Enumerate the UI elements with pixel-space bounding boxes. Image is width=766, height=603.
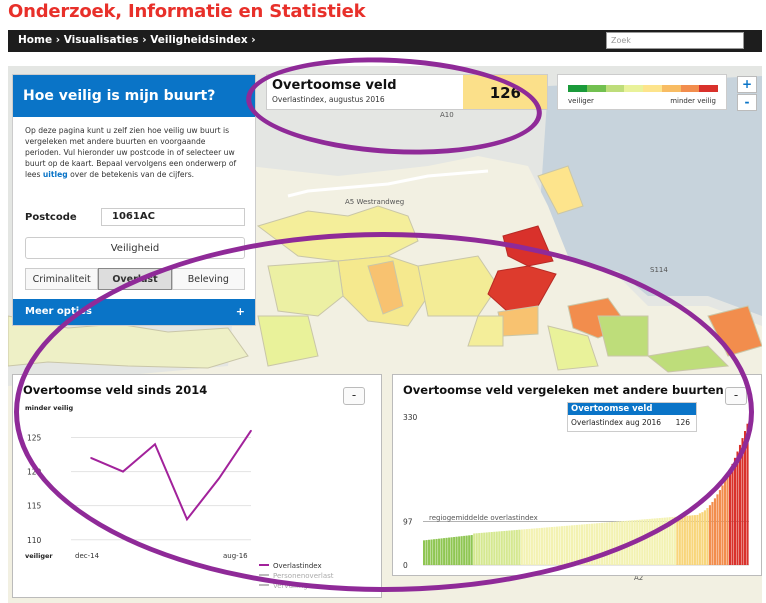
legend-color-bar — [568, 85, 718, 92]
bar — [718, 490, 722, 565]
legend-swatch — [661, 85, 681, 92]
bar — [703, 510, 706, 565]
bar — [721, 485, 724, 565]
bar — [676, 516, 679, 565]
legend-less-safe-label: minder veilig — [670, 97, 716, 105]
map-label: S114 — [650, 266, 668, 274]
map-label: A5 Westrandweg — [345, 198, 404, 206]
bar — [726, 475, 729, 565]
bar — [738, 444, 742, 565]
legend-swatch — [699, 85, 718, 92]
breadcrumb[interactable]: Home › Visualisaties › Veiligheidsindex … — [18, 34, 256, 46]
legend-safer-label: veiliger — [568, 97, 594, 105]
y-axis-bottom-label: veiliger — [25, 552, 53, 560]
bar — [681, 516, 684, 565]
x-tick-label: dec-14 — [75, 552, 100, 560]
bar — [706, 508, 709, 565]
y-tick-label: 115 — [27, 502, 42, 511]
zoom-in-button[interactable]: + — [737, 76, 757, 93]
legend-swatch — [568, 85, 587, 92]
legend-swatch — [680, 85, 700, 92]
bar — [708, 505, 711, 565]
postcode-label: Postcode — [25, 212, 77, 223]
highlight-ellipse — [14, 232, 754, 592]
bar — [701, 512, 704, 565]
color-legend: veiliger minder veilig — [557, 74, 727, 110]
postcode-input[interactable]: 1061AC — [101, 208, 245, 226]
zoom-out-button[interactable]: - — [737, 94, 757, 111]
search-input[interactable]: Zoek — [606, 32, 744, 49]
navbar: Home › Visualisaties › Veiligheidsindex … — [8, 30, 762, 52]
bar — [723, 480, 727, 565]
uitleg-link[interactable]: uitleg — [43, 170, 68, 179]
y-tick-label: 110 — [27, 536, 42, 545]
bar — [688, 515, 691, 565]
bar — [673, 516, 676, 565]
bar — [736, 451, 739, 565]
bar — [711, 501, 714, 565]
bar — [733, 457, 737, 565]
bar — [728, 469, 732, 565]
panel-intro: Op deze pagina kunt u zelf zien hoe veil… — [13, 117, 255, 180]
site-title: Onderzoek, Informatie en Statistiek — [8, 1, 366, 22]
bar — [731, 463, 734, 565]
bar — [716, 494, 719, 565]
legend-swatch — [624, 85, 643, 92]
bar — [691, 515, 694, 565]
bar — [696, 514, 699, 565]
tab-criminaliteit[interactable]: Criminaliteit — [25, 268, 99, 290]
panel-title: Hoe veilig is mijn buurt? — [13, 75, 255, 117]
bar — [678, 516, 681, 565]
bar — [698, 513, 701, 565]
bar — [713, 498, 716, 565]
legend-swatch — [643, 85, 662, 92]
bar — [686, 515, 689, 565]
legend-swatch — [605, 85, 625, 92]
bar — [683, 515, 686, 565]
legend-swatch — [586, 85, 606, 92]
intro-text-end: over de betekenis van de cijfers. — [67, 170, 195, 179]
bar — [693, 515, 696, 565]
